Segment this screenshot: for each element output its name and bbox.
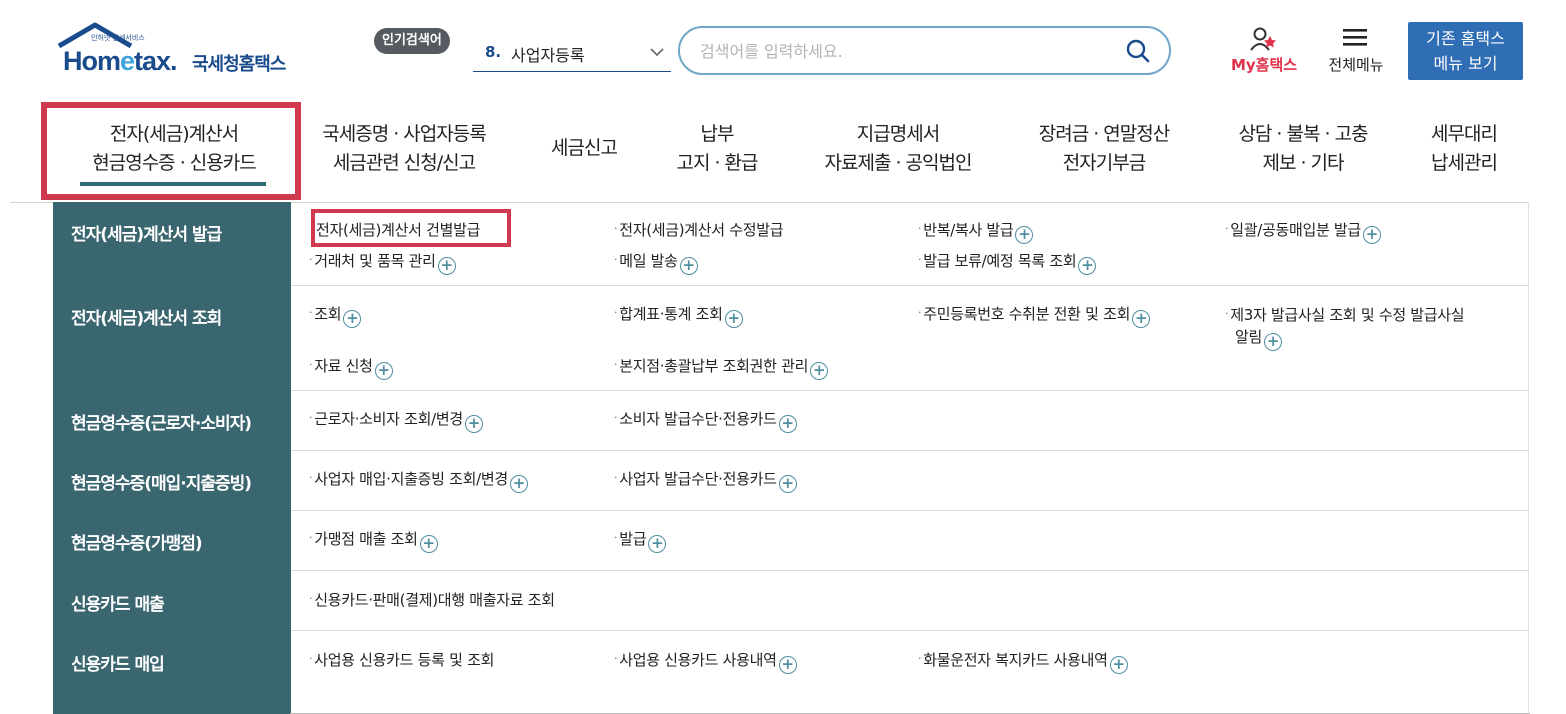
category-cash-receipt-business[interactable]: 현금영수증(매입·지출증빙): [71, 469, 252, 494]
plus-circle-icon[interactable]: +: [374, 362, 393, 380]
search-input[interactable]: [700, 36, 1110, 66]
active-tab-underline: [80, 182, 266, 186]
plus-circle-icon[interactable]: +: [1264, 333, 1283, 351]
logo-wordmark: Hometax.: [63, 46, 178, 76]
menu-link-summary-stats[interactable]: · 합계표·통계 조회 +: [614, 303, 743, 328]
menu-link-mail-send[interactable]: · 메일 발송 +: [614, 250, 698, 275]
menu-link-third-party-issue[interactable]: · 제3자 발급사실 조회 및 수정 발급사실 알림 +: [1225, 303, 1465, 351]
gnb-tab-consult[interactable]: 상담 · 불복 · 고충 제보 · 기타: [1222, 120, 1384, 178]
hamburger-icon: [1343, 29, 1367, 46]
category-card-sales[interactable]: 신용카드 매출: [71, 590, 165, 615]
menu-link-pending-list[interactable]: · 발급 보류/예정 목록 조회 +: [918, 250, 1097, 275]
menu-link-inquiry[interactable]: · 조회 +: [309, 303, 362, 328]
old-hometax-menu-button[interactable]: 기존 홈택스 메뉴 보기: [1408, 22, 1523, 80]
header: 인허넷 납세서비스 Hometax. 국세청홈택스 인기검색어 8. 사업자등록: [0, 0, 1566, 100]
popular-rank: 8.: [485, 43, 502, 61]
search-icon[interactable]: [1125, 38, 1151, 64]
menu-link-merchant-issue[interactable]: · 발급 +: [614, 528, 667, 553]
submenu-category-column: [53, 202, 291, 714]
gnb-tab-statement[interactable]: 지급명세서 자료제출 · 공익법인: [810, 120, 986, 178]
chevron-down-icon[interactable]: [649, 44, 665, 60]
plus-circle-icon[interactable]: +: [778, 415, 797, 433]
row-divider: [291, 510, 1529, 511]
selected-link-highlight: [311, 209, 511, 247]
popular-keyword-select[interactable]: 8. 사업자등록: [473, 36, 671, 72]
plus-circle-icon[interactable]: +: [1362, 226, 1381, 244]
plus-circle-icon[interactable]: +: [464, 415, 483, 433]
search-box: [678, 26, 1171, 75]
menu-link-business-card-register[interactable]: · 사업용 신용카드 등록 및 조회: [309, 649, 494, 670]
all-menu-link[interactable]: 전체메뉴: [1318, 26, 1394, 78]
logo-tagline: 인허넷 납세서비스: [91, 34, 145, 42]
menu-link-business-card-usage[interactable]: · 사업용 신용카드 사용내역 +: [614, 649, 797, 674]
plus-circle-icon[interactable]: +: [419, 535, 438, 553]
category-einvoice-issue[interactable]: 전자(세금)계산서 발급: [71, 220, 222, 245]
plus-circle-icon[interactable]: +: [509, 475, 528, 493]
menu-link-merchant-sales[interactable]: · 가맹점 매출 조회 +: [309, 528, 438, 553]
gnb-tab-einvoice[interactable]: 전자(세금)계산서 현금영수증 · 신용카드: [66, 120, 282, 178]
menu-link-partner-items[interactable]: · 거래처 및 품목 관리 +: [309, 250, 456, 275]
submenu-panel: 전자(세금)계산서 발급 전자(세금)계산서 조회 현금영수증(근로자·소비자)…: [53, 202, 1529, 714]
menu-link-consumer-card[interactable]: · 소비자 발급수단·전용카드 +: [614, 408, 797, 433]
plus-circle-icon[interactable]: +: [437, 257, 456, 275]
plus-circle-icon[interactable]: +: [1109, 656, 1128, 674]
row-divider: [291, 450, 1529, 451]
menu-link-amend-issue[interactable]: · 전자(세금)계산서 수정발급: [614, 219, 784, 240]
menu-link-rrn-conversion[interactable]: · 주민등록번호 수취분 전환 및 조회 +: [918, 303, 1151, 328]
menu-link-trucker-card-usage[interactable]: · 화물운전자 복지카드 사용내역 +: [918, 649, 1128, 674]
hometax-logo[interactable]: 인허넷 납세서비스 Hometax. 국세청홈택스: [55, 22, 315, 80]
plus-circle-icon[interactable]: +: [1078, 257, 1097, 275]
gnb-tab-payment[interactable]: 납부 고지 · 환급: [662, 120, 772, 178]
category-card-purchase[interactable]: 신용카드 매입: [71, 650, 165, 675]
category-cash-receipt-merchant[interactable]: 현금영수증(가맹점): [71, 529, 203, 554]
gnb-tab-agent[interactable]: 세무대리 납세관리: [1418, 120, 1510, 178]
popular-keyword: 사업자등록: [511, 46, 585, 65]
gnb-tab-tax-return[interactable]: 세금신고: [540, 134, 628, 163]
plus-circle-icon[interactable]: +: [778, 656, 797, 674]
plus-circle-icon[interactable]: +: [724, 310, 743, 328]
gnb-tab-incentive[interactable]: 장려금 · 연말정산 전자기부금: [1022, 120, 1186, 178]
menu-link-data-request[interactable]: · 자료 신청 +: [309, 355, 393, 380]
plus-circle-icon[interactable]: +: [679, 257, 698, 275]
menu-link-business-card[interactable]: · 사업자 발급수단·전용카드 +: [614, 468, 797, 493]
my-hometax-label: My홈택스: [1230, 56, 1298, 74]
row-divider: [291, 570, 1529, 571]
row-divider: [291, 630, 1529, 631]
plus-circle-icon[interactable]: +: [1132, 310, 1151, 328]
row-divider: [291, 285, 1529, 286]
logo-korean-name: 국세청홈택스: [192, 54, 286, 75]
my-hometax-link[interactable]: My홈택스: [1222, 26, 1306, 78]
plus-circle-icon[interactable]: +: [1015, 226, 1034, 244]
row-divider: [291, 390, 1529, 391]
plus-circle-icon[interactable]: +: [648, 535, 667, 553]
plus-circle-icon[interactable]: +: [778, 475, 797, 493]
menu-link-bulk-issue[interactable]: · 일괄/공동매입분 발급 +: [1225, 219, 1381, 244]
plus-circle-icon[interactable]: +: [810, 362, 829, 380]
menu-link-card-sales-inquiry[interactable]: · 신용카드·판매(결제)대행 매출자료 조회: [309, 589, 555, 610]
user-icon: [1250, 27, 1276, 51]
menu-link-business-expense[interactable]: · 사업자 매입·지출증빙 조회/변경 +: [309, 468, 528, 493]
all-menu-label: 전체메뉴: [1328, 56, 1384, 74]
popular-search-badge: 인기검색어: [374, 28, 450, 54]
category-einvoice-inquiry[interactable]: 전자(세금)계산서 조회: [71, 304, 222, 329]
menu-link-consumer-inquiry[interactable]: · 근로자·소비자 조회/변경 +: [309, 408, 483, 433]
menu-link-branch-permission[interactable]: · 본지점·총괄납부 조회권한 관리 +: [614, 355, 829, 380]
menu-link-repeat-issue[interactable]: · 반복/복사 발급 +: [918, 219, 1034, 244]
plus-circle-icon[interactable]: +: [343, 310, 362, 328]
gnb-tab-certificate[interactable]: 국세증명 · 사업자등록 세금관련 신청/신고: [306, 120, 502, 178]
panel-right-border: [1528, 202, 1529, 714]
category-cash-receipt-consumer[interactable]: 현금영수증(근로자·소비자): [71, 409, 252, 434]
page: 인허넷 납세서비스 Hometax. 국세청홈택스 인기검색어 8. 사업자등록: [0, 0, 1566, 714]
